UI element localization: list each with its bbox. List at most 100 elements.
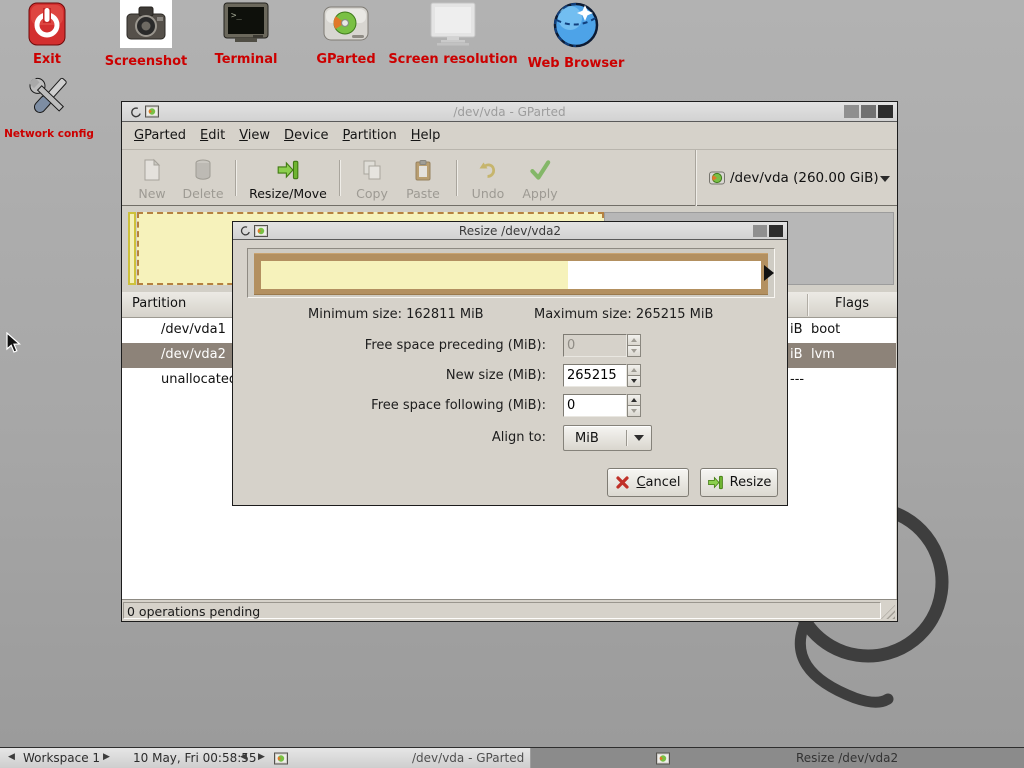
toolbar-delete-button[interactable]: Delete [177, 158, 229, 201]
close-button[interactable] [878, 105, 893, 118]
free-space-preceding-spinbox [563, 334, 641, 357]
status-text: 0 operations pending [123, 602, 881, 619]
column-header-partition[interactable]: Partition [132, 296, 186, 311]
partition-name: /dev/vda2 [161, 347, 226, 362]
new-partition-icon [142, 158, 162, 182]
desktop-icon-terminal[interactable]: >_ Terminal [196, 2, 296, 67]
spin-down-button[interactable] [627, 406, 641, 417]
desktop-icon-label: Exit [33, 52, 61, 67]
desktop-icon-screen-resolution[interactable]: Screen resolution [383, 2, 523, 67]
maximize-button[interactable] [861, 105, 876, 118]
device-disk-icon [709, 170, 726, 186]
align-to-value: MiB [575, 431, 599, 446]
device-combo[interactable]: /dev/vda (260.00 GiB) [702, 150, 898, 206]
partition-free-bar [568, 261, 761, 289]
dialog-titlebar[interactable]: Resize /dev/vda2 [233, 222, 787, 240]
dialog-maximize-button[interactable] [753, 225, 767, 237]
toolbar-separator [235, 160, 236, 196]
menubar: GParted Edit View Device Partition Help [122, 122, 897, 150]
partition-resize-frame[interactable] [254, 253, 768, 295]
align-to-label: Align to: [296, 425, 546, 451]
toolbar-new-button[interactable]: New [130, 158, 174, 201]
menu-help[interactable]: Help [404, 128, 448, 143]
menu-view[interactable]: View [232, 128, 277, 143]
window-cycle-prev-arrow[interactable]: ◀ [240, 752, 247, 762]
desktop-icon-label: Screen resolution [388, 52, 517, 67]
chevron-down-icon [634, 435, 644, 441]
spin-buttons [627, 364, 641, 387]
toolbar-paste-button[interactable]: Paste [399, 158, 447, 201]
combo-separator [626, 430, 627, 446]
power-icon [28, 2, 66, 46]
gparted-mini-icon [274, 752, 288, 765]
spin-up-button[interactable] [627, 334, 641, 346]
spin-up-button[interactable] [627, 394, 641, 406]
minimum-size-label: Minimum size: 162811 MiB [308, 307, 484, 322]
free-space-following-input[interactable] [563, 394, 627, 417]
flags-value: lvm [811, 347, 835, 362]
workspace-next-arrow[interactable]: ▶ [103, 752, 110, 762]
partition-block-vda1[interactable] [128, 212, 136, 285]
desktop-icon-screenshot[interactable]: Screenshot [96, 0, 196, 69]
desktop-icon-exit[interactable]: Exit [17, 2, 77, 67]
align-to-combo[interactable]: MiB [563, 425, 652, 451]
spin-down-button[interactable] [627, 346, 641, 357]
column-header-flags[interactable]: Flags [808, 296, 896, 311]
task-main-window[interactable]: /dev/vda - GParted [290, 748, 530, 768]
toolbar-undo-button[interactable]: Undo [464, 158, 512, 201]
task-resize-dialog[interactable]: Resize /dev/vda2 [530, 748, 1024, 768]
task-label: Resize /dev/vda2 [796, 751, 898, 765]
desktop-icon-web-browser[interactable]: Web Browser [517, 0, 635, 71]
dialog-close-button[interactable] [769, 225, 783, 237]
size-fragment: iB [790, 322, 803, 337]
free-space-preceding-input[interactable] [563, 334, 627, 357]
resize-move-icon [276, 158, 300, 182]
desktop-icon-label: Screenshot [105, 54, 188, 69]
toolbar-resize-move-button[interactable]: Resize/Move [242, 158, 334, 201]
paste-icon [412, 158, 434, 182]
main-window-title: /dev/vda - GParted [122, 105, 897, 119]
monitor-icon [428, 2, 478, 46]
toolbar-separator [339, 160, 340, 196]
flags-value: boot [811, 322, 840, 337]
spin-down-button[interactable] [627, 376, 641, 387]
resize-slider-widget[interactable] [247, 248, 775, 298]
toolbar-apply-button[interactable]: Apply [516, 158, 564, 201]
menu-gparted[interactable]: GParted [127, 128, 193, 143]
globe-icon [551, 0, 601, 50]
svg-text:>_: >_ [231, 11, 242, 21]
resize-button-label: Resize [730, 475, 772, 490]
new-size-spinbox [563, 364, 641, 387]
free-space-following-label: Free space following (MiB): [296, 394, 546, 418]
menu-edit[interactable]: Edit [193, 128, 232, 143]
desktop-icon-label: Network config [4, 128, 94, 140]
spin-buttons [627, 334, 641, 357]
taskbar: ◀ Workspace 1 ▶ 10 May, Fri 00:58:55 ◀ ▶… [0, 747, 1024, 768]
minimize-button[interactable] [844, 105, 859, 118]
right-resize-handle-arrow-icon[interactable] [764, 265, 774, 281]
terminal-icon: >_ [223, 2, 269, 46]
toolbar-separator [695, 150, 696, 206]
menu-device[interactable]: Device [277, 128, 335, 143]
mouse-cursor [6, 332, 22, 354]
statusbar: 0 operations pending [122, 599, 897, 621]
device-combo-label: /dev/vda (260.00 GiB) [730, 170, 879, 186]
desktop-icon-gparted[interactable]: GParted [296, 4, 396, 67]
cancel-x-icon [615, 475, 630, 490]
tools-icon [24, 72, 74, 122]
desktop-icon-network-config[interactable]: Network config [8, 72, 90, 140]
main-titlebar[interactable]: /dev/vda - GParted [122, 102, 897, 122]
resize-arrow-icon [707, 474, 724, 491]
toolbar-copy-button[interactable]: Copy [348, 158, 396, 201]
free-space-preceding-label: Free space preceding (MiB): [296, 334, 546, 358]
cancel-button[interactable]: Cancel [607, 468, 689, 497]
copy-icon [361, 158, 383, 182]
new-size-input[interactable] [563, 364, 627, 387]
spin-up-button[interactable] [627, 364, 641, 376]
workspace-prev-arrow[interactable]: ◀ [8, 752, 15, 762]
chevron-down-icon [880, 176, 890, 182]
window-cycle-next-arrow[interactable]: ▶ [258, 752, 265, 762]
resize-grip[interactable] [881, 605, 895, 619]
menu-partition[interactable]: Partition [336, 128, 404, 143]
resize-button[interactable]: Resize [700, 468, 778, 497]
